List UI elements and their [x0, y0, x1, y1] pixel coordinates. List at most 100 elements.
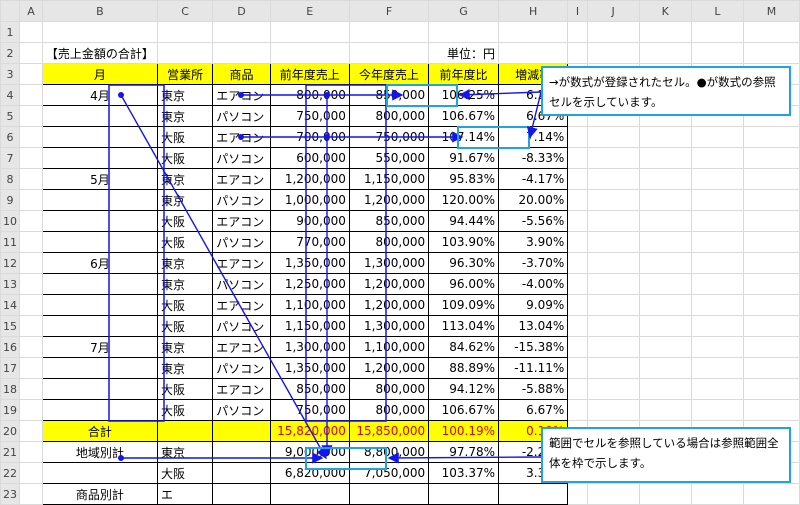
cell-H6[interactable]: 7.14% — [497, 126, 569, 148]
cell-A4[interactable] — [19, 84, 43, 106]
cell-G4[interactable]: 106.25% — [428, 84, 499, 106]
column-header-M[interactable]: M — [742, 0, 800, 22]
cell-H7[interactable]: -8.33% — [497, 147, 569, 169]
cell-D22[interactable] — [212, 462, 271, 484]
cell-C17[interactable]: 東京 — [156, 357, 214, 379]
cell-K6[interactable] — [638, 126, 692, 148]
cell-E10[interactable]: 900,000 — [269, 210, 350, 232]
cell-E1[interactable] — [269, 21, 350, 43]
cell-E11[interactable]: 770,000 — [269, 231, 350, 253]
cell-M16[interactable] — [742, 336, 800, 358]
row-header-19[interactable]: 19 — [0, 399, 21, 421]
cell-E17[interactable]: 1,350,000 — [269, 357, 350, 379]
cell-A6[interactable] — [19, 126, 43, 148]
cell-K14[interactable] — [638, 294, 692, 316]
cell-F14[interactable]: 1,200,000 — [348, 294, 430, 316]
cell-K17[interactable] — [638, 357, 692, 379]
cell-M12[interactable] — [742, 252, 800, 274]
cell-H15[interactable]: 13.04% — [497, 315, 569, 337]
row-header-1[interactable]: 1 — [0, 21, 21, 43]
cell-A20[interactable] — [19, 420, 43, 442]
cell-G2[interactable]: 単位：円 — [428, 42, 499, 64]
cell-C23[interactable]: エ — [156, 483, 214, 505]
cell-K15[interactable] — [638, 315, 692, 337]
row-header-23[interactable]: 23 — [0, 483, 21, 505]
cell-C13[interactable]: 東京 — [156, 273, 214, 295]
cell-I6[interactable] — [567, 126, 588, 148]
cell-A22[interactable] — [19, 462, 43, 484]
cell-B23[interactable]: 商品別計 — [41, 483, 158, 505]
cell-C4[interactable]: 東京 — [156, 84, 214, 106]
cell-L9[interactable] — [690, 189, 744, 211]
cell-A9[interactable] — [19, 189, 43, 211]
cell-B16[interactable]: 7月 — [41, 336, 158, 358]
cell-E7[interactable]: 600,000 — [269, 147, 350, 169]
cell-K19[interactable] — [638, 399, 692, 421]
cell-B6[interactable] — [41, 126, 158, 148]
column-header-C[interactable]: C — [156, 0, 214, 22]
cell-G14[interactable]: 109.09% — [428, 294, 499, 316]
cell-H13[interactable]: -4.00% — [497, 273, 569, 295]
column-header-A[interactable]: A — [19, 0, 43, 22]
cell-E20[interactable]: 15,820,000 — [269, 420, 350, 442]
cell-A2[interactable] — [19, 42, 43, 64]
cell-F13[interactable]: 1,200,000 — [348, 273, 430, 295]
cell-G16[interactable]: 84.62% — [428, 336, 499, 358]
cell-I1[interactable] — [567, 21, 588, 43]
cell-A17[interactable] — [19, 357, 43, 379]
cell-E22[interactable]: 6,820,000 — [269, 462, 350, 484]
cell-D19[interactable]: パソコン — [212, 399, 271, 421]
cell-F12[interactable]: 1,300,000 — [348, 252, 430, 274]
cell-B18[interactable] — [41, 378, 158, 400]
cell-G21[interactable]: 97.78% — [428, 441, 499, 463]
cell-E9[interactable]: 1,000,000 — [269, 189, 350, 211]
column-header-F[interactable]: F — [348, 0, 430, 22]
cell-M17[interactable] — [742, 357, 800, 379]
cell-C18[interactable]: 大阪 — [156, 378, 214, 400]
cell-M2[interactable] — [742, 42, 800, 64]
cell-G22[interactable]: 103.37% — [428, 462, 499, 484]
cell-J19[interactable] — [586, 399, 640, 421]
cell-M18[interactable] — [742, 378, 800, 400]
cell-M13[interactable] — [742, 273, 800, 295]
cell-J17[interactable] — [586, 357, 640, 379]
cell-F22[interactable]: 7,050,000 — [348, 462, 430, 484]
cell-L6[interactable] — [690, 126, 744, 148]
cell-E16[interactable]: 1,300,000 — [269, 336, 350, 358]
cell-A14[interactable] — [19, 294, 43, 316]
cell-M23[interactable] — [742, 483, 800, 505]
cell-L15[interactable] — [690, 315, 744, 337]
row-header-11[interactable]: 11 — [0, 231, 21, 253]
cell-I7[interactable] — [567, 147, 588, 169]
cell-J7[interactable] — [586, 147, 640, 169]
cell-K10[interactable] — [638, 210, 692, 232]
cell-A1[interactable] — [19, 21, 43, 43]
cell-L10[interactable] — [690, 210, 744, 232]
cell-F4[interactable]: 850,000 — [348, 84, 430, 106]
cell-M8[interactable] — [742, 168, 800, 190]
cell-M1[interactable] — [742, 21, 800, 43]
cell-D1[interactable] — [212, 21, 271, 43]
cell-D12[interactable]: エアコン — [212, 252, 271, 274]
cell-J9[interactable] — [586, 189, 640, 211]
cell-K9[interactable] — [638, 189, 692, 211]
cell-B12[interactable]: 6月 — [41, 252, 158, 274]
cell-M11[interactable] — [742, 231, 800, 253]
cell-E13[interactable]: 1,250,000 — [269, 273, 350, 295]
cell-G18[interactable]: 94.12% — [428, 378, 499, 400]
cell-A3[interactable] — [19, 63, 43, 85]
row-header-18[interactable]: 18 — [0, 378, 21, 400]
cell-C21[interactable]: 東京 — [156, 441, 214, 463]
cell-F7[interactable]: 550,000 — [348, 147, 430, 169]
cell-L23[interactable] — [690, 483, 744, 505]
cell-B4[interactable]: 4月 — [41, 84, 158, 106]
cell-H23[interactable] — [497, 483, 569, 505]
column-header-K[interactable]: K — [638, 0, 692, 22]
cell-J18[interactable] — [586, 378, 640, 400]
cell-L7[interactable] — [690, 147, 744, 169]
cell-C12[interactable]: 東京 — [156, 252, 214, 274]
cell-L17[interactable] — [690, 357, 744, 379]
cell-E23[interactable] — [269, 483, 350, 505]
cell-B8[interactable]: 5月 — [41, 168, 158, 190]
cell-L14[interactable] — [690, 294, 744, 316]
